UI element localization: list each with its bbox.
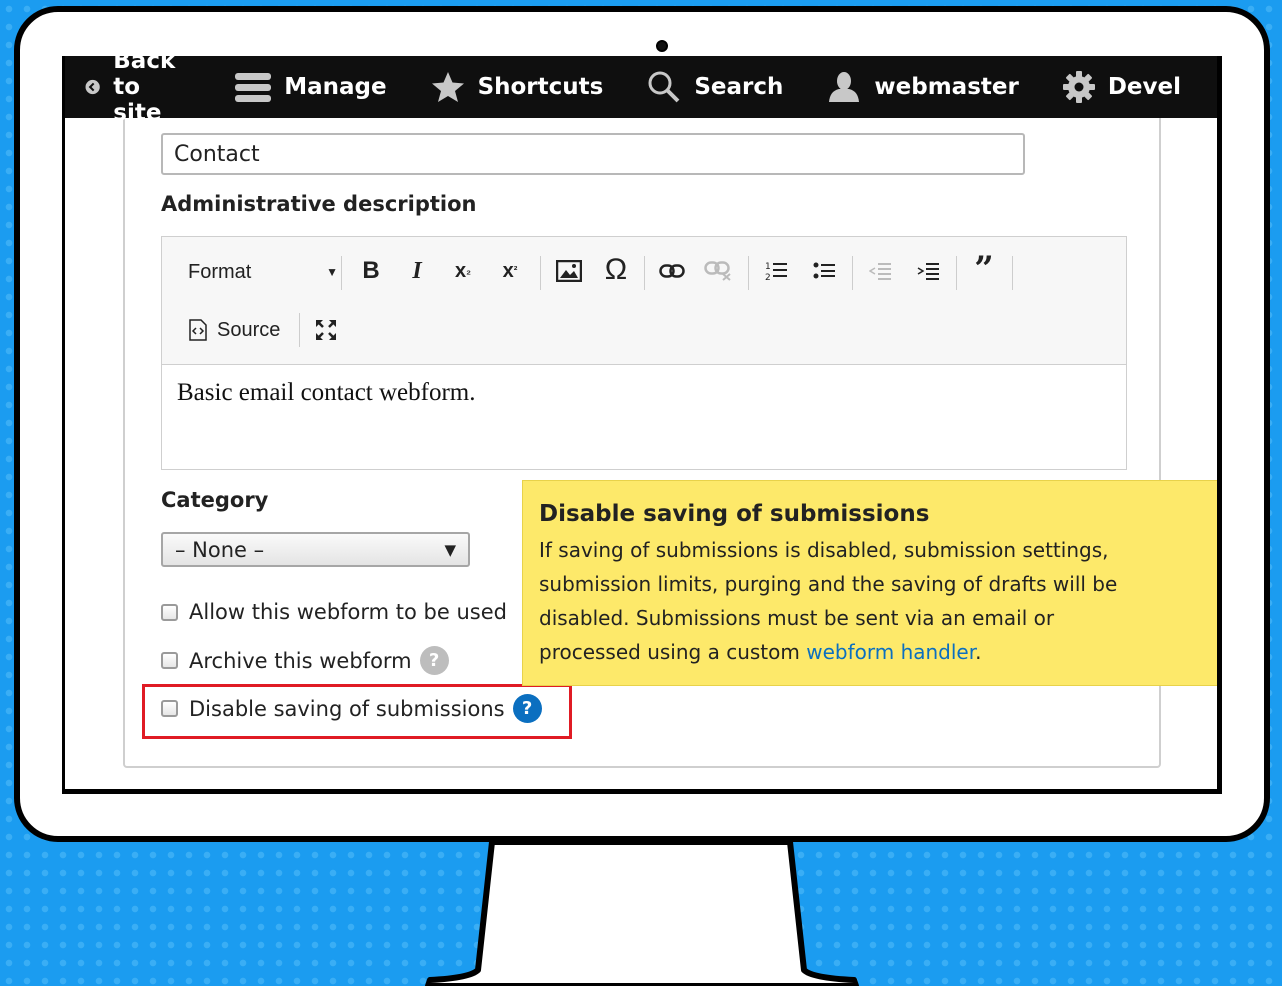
- bold-button[interactable]: B: [354, 253, 388, 289]
- rich-text-editor: Format ▼ B I x₂ x² Ω 12 ” Source Basic e…: [161, 236, 1127, 470]
- allow-webform-label: Allow this webform to be used: [189, 600, 507, 624]
- tooltip-line: submission limits, purging and the savin…: [539, 572, 1118, 596]
- format-dropdown[interactable]: Format ▼: [188, 255, 338, 289]
- search-link[interactable]: Search: [647, 71, 783, 103]
- toolbar-separator: [299, 313, 300, 347]
- category-selected-value: – None –: [175, 537, 265, 562]
- image-icon: [556, 260, 582, 282]
- tooltip-text: .: [975, 640, 982, 664]
- caret-down-icon: ▼: [326, 265, 338, 279]
- star-icon: [431, 72, 464, 102]
- maximize-button[interactable]: [308, 313, 344, 347]
- administrative-description-label: Administrative description: [161, 192, 477, 216]
- admin-toolbar: Back to site Manage Shortcuts Search web…: [65, 56, 1217, 126]
- unlink-button[interactable]: [700, 253, 736, 289]
- bulleted-list-button[interactable]: [806, 253, 842, 289]
- bulleted-list-icon: [813, 262, 835, 279]
- source-label: Source: [217, 318, 281, 341]
- tooltip-line: disabled. Submissions must be sent via a…: [539, 606, 1055, 630]
- devel-link[interactable]: Devel: [1062, 71, 1181, 103]
- source-button[interactable]: Source: [188, 313, 286, 347]
- superscript-button[interactable]: x²: [492, 253, 528, 289]
- help-icon[interactable]: ?: [419, 646, 449, 675]
- toolbar-separator: [1012, 256, 1013, 290]
- outdent-button[interactable]: [862, 253, 898, 289]
- toolbar-separator: [341, 256, 342, 290]
- caret-down-icon: ▼: [444, 540, 456, 559]
- highlight-box: [142, 684, 572, 739]
- archive-webform-label: Archive this webform: [189, 648, 412, 673]
- back-circle-icon: [85, 79, 100, 95]
- back-to-site-link[interactable]: Back to site: [85, 56, 191, 126]
- special-characters-button[interactable]: Ω: [598, 251, 634, 289]
- toolbar-separator: [748, 256, 749, 290]
- category-label: Category: [161, 488, 269, 512]
- editor-toolbar: Format ▼ B I x₂ x² Ω 12 ” Source: [162, 237, 1126, 365]
- shortcuts-link[interactable]: Shortcuts: [431, 71, 604, 103]
- archive-webform-checkbox[interactable]: [161, 652, 178, 669]
- back-to-site-label: Back to site: [113, 56, 176, 126]
- image-button[interactable]: [551, 253, 587, 289]
- tooltip-line: If saving of submissions is disabled, su…: [539, 538, 1109, 562]
- user-label: webmaster: [874, 74, 1019, 100]
- hamburger-icon: [235, 73, 272, 102]
- search-icon: [648, 71, 680, 103]
- camera-dot: [656, 40, 668, 52]
- manage-link[interactable]: Manage: [235, 71, 387, 103]
- outdent-icon: [869, 263, 891, 280]
- numbered-list-icon: 12: [765, 262, 787, 282]
- webform-handler-link[interactable]: webform handler: [806, 640, 975, 664]
- svg-text:1: 1: [765, 262, 771, 272]
- help-tooltip: Disable saving of submissions If saving …: [522, 480, 1217, 686]
- link-button[interactable]: [654, 253, 690, 289]
- title-input[interactable]: [161, 133, 1025, 175]
- devel-label: Devel: [1107, 74, 1181, 100]
- toolbar-separator: [956, 256, 957, 290]
- toolbar-separator: [644, 256, 645, 290]
- numbered-list-button[interactable]: 12: [758, 253, 794, 289]
- svg-text:2: 2: [765, 273, 771, 282]
- shortcuts-label: Shortcuts: [477, 74, 604, 100]
- indent-icon: [917, 263, 939, 280]
- toolbar-separator: [540, 256, 541, 290]
- indent-button[interactable]: [910, 253, 946, 289]
- toolbar-separator: [852, 256, 853, 290]
- user-link[interactable]: webmaster: [827, 71, 1019, 103]
- quote-icon: ”: [974, 249, 994, 289]
- screen: Title Administrative description Format …: [62, 56, 1222, 794]
- maximize-icon: [316, 320, 336, 340]
- link-icon: [659, 264, 685, 278]
- user-icon: [829, 72, 860, 102]
- tooltip-line: processed using a custom webform handler…: [539, 635, 1201, 669]
- gear-icon: [1062, 71, 1095, 103]
- search-label: Search: [694, 74, 784, 100]
- allow-webform-checkbox-row: Allow this webform to be used: [161, 600, 507, 624]
- allow-webform-checkbox[interactable]: [161, 603, 178, 621]
- blockquote-button[interactable]: ”: [966, 249, 1002, 289]
- editor-content[interactable]: Basic email contact webform.: [177, 379, 476, 407]
- unlink-icon: [704, 261, 731, 281]
- tooltip-text: processed using a custom: [539, 640, 807, 664]
- manage-label: Manage: [284, 74, 387, 100]
- subscript-button[interactable]: x₂: [445, 253, 481, 289]
- category-select[interactable]: – None – ▼: [161, 532, 470, 567]
- tooltip-title: Disable saving of submissions: [539, 501, 930, 527]
- format-dropdown-label: Format: [188, 260, 252, 283]
- source-icon: [189, 319, 207, 341]
- italic-button[interactable]: I: [400, 253, 434, 289]
- archive-webform-checkbox-row: Archive this webform ?: [161, 646, 449, 675]
